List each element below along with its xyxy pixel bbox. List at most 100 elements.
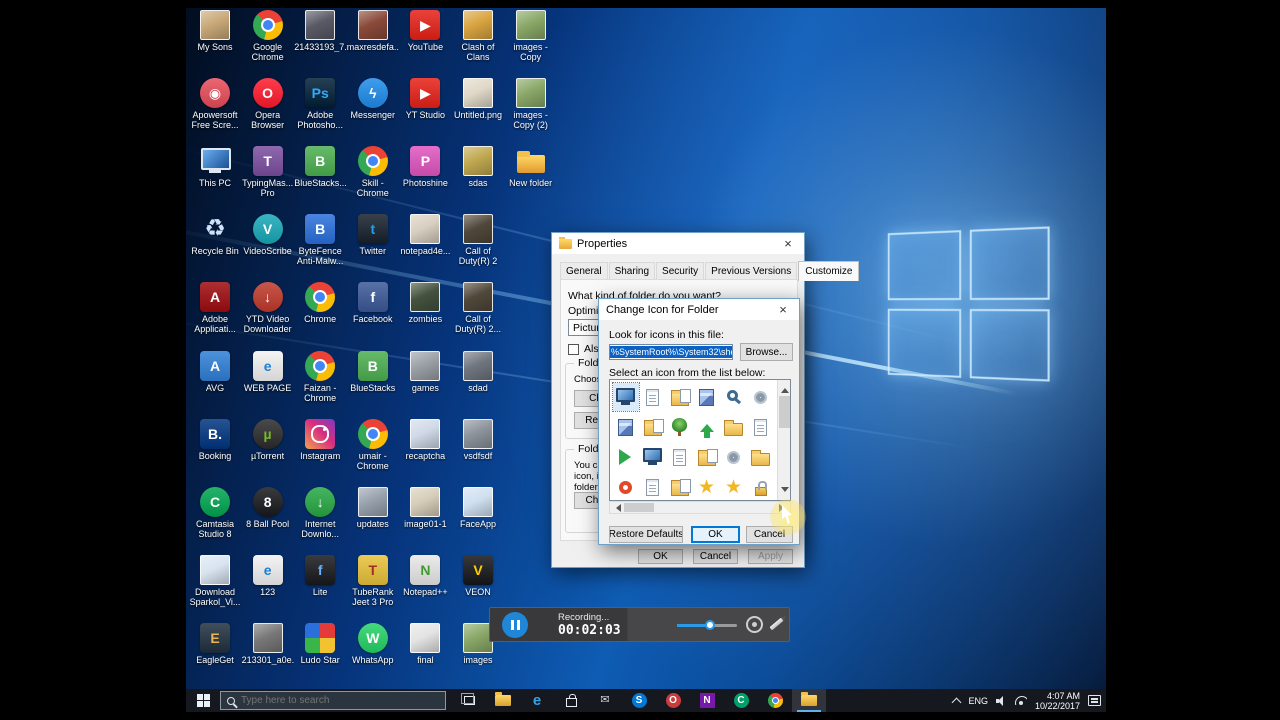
- taskbar-app-icon[interactable]: ✉: [588, 689, 622, 712]
- desktop-icon[interactable]: f Facebook: [347, 282, 399, 324]
- desktop-icon[interactable]: T TypingMas... Pro: [242, 146, 294, 199]
- tab-customize[interactable]: Customize: [798, 261, 860, 281]
- webcam-icon[interactable]: [746, 616, 763, 633]
- shell-icon-option[interactable]: [667, 413, 693, 441]
- shell-icon-option[interactable]: [613, 413, 639, 441]
- desktop-icon[interactable]: V VEON: [452, 555, 504, 597]
- vertical-scroll-thumb[interactable]: [779, 396, 790, 428]
- desktop-icon[interactable]: Untitled.png: [452, 78, 504, 120]
- desktop-icon[interactable]: Skill - Chrome: [347, 146, 399, 199]
- properties-titlebar[interactable]: Properties ×: [552, 233, 804, 254]
- desktop-icon[interactable]: ♻ Recycle Bin: [189, 214, 241, 257]
- shell-icon-option[interactable]: [667, 473, 693, 500]
- desktop-icon[interactable]: images - Copy (2): [505, 78, 557, 131]
- desktop-icon[interactable]: zombies: [399, 282, 451, 324]
- network-icon[interactable]: [1014, 696, 1027, 705]
- desktop-icon[interactable]: Faizan - Chrome: [294, 351, 346, 404]
- desktop-icon[interactable]: Ps Adobe Photosho...: [294, 78, 346, 131]
- shell-icon-option[interactable]: [613, 443, 639, 471]
- vertical-scrollbar[interactable]: [777, 380, 790, 500]
- desktop-icon[interactable]: ▶ YT Studio: [399, 78, 451, 120]
- taskbar-search-box[interactable]: [220, 691, 446, 710]
- shell-icon-option[interactable]: [640, 413, 666, 441]
- desktop-icon[interactable]: O Opera Browser: [242, 78, 294, 131]
- desktop-icon[interactable]: E EagleGet: [189, 623, 241, 665]
- properties-cancel-button[interactable]: Cancel: [693, 549, 738, 564]
- desktop-icon[interactable]: t Twitter: [347, 214, 399, 256]
- desktop-icon[interactable]: ↓ Internet Downlo...: [294, 487, 346, 540]
- scroll-down-icon[interactable]: [781, 487, 789, 496]
- desktop-icon[interactable]: Ludo Star: [294, 623, 346, 665]
- tab-general[interactable]: General: [560, 262, 608, 280]
- desktop-icon[interactable]: 213301_a0e...: [242, 623, 294, 665]
- taskbar-app-icon[interactable]: e: [520, 689, 554, 712]
- desktop-icon[interactable]: notepad4e...: [399, 214, 451, 256]
- desktop-icon[interactable]: B BlueStacks...: [294, 146, 346, 188]
- shell-icon-option[interactable]: [694, 443, 720, 471]
- desktop-icon[interactable]: f Lite: [294, 555, 346, 597]
- desktop-icon[interactable]: Clash of Clans: [452, 10, 504, 63]
- desktop-icon[interactable]: W WhatsApp: [347, 623, 399, 665]
- icon-file-path-input[interactable]: %SystemRoot%\System32\shell32.dll: [609, 344, 733, 360]
- desktop-icon[interactable]: µ µTorrent: [242, 419, 294, 461]
- shell-icon-option[interactable]: [748, 383, 774, 411]
- browse-button[interactable]: Browse...: [740, 343, 793, 361]
- tab-previous-versions[interactable]: Previous Versions: [705, 262, 798, 280]
- shell-icon-option[interactable]: [613, 473, 639, 500]
- desktop-icon[interactable]: final: [399, 623, 451, 665]
- volume-slider[interactable]: [677, 620, 737, 630]
- restore-defaults-button[interactable]: Restore Defaults: [609, 526, 683, 543]
- horizontal-scrollbar[interactable]: [609, 501, 791, 514]
- shell-icon-option[interactable]: [721, 443, 747, 471]
- tab-sharing[interactable]: Sharing: [608, 262, 656, 280]
- desktop-icon[interactable]: Instagram: [294, 419, 346, 461]
- desktop-icon[interactable]: V VideoScribe: [242, 214, 294, 256]
- shell-icon-option[interactable]: [694, 383, 720, 411]
- tab-security[interactable]: Security: [656, 262, 705, 280]
- shell-icon-option[interactable]: [640, 443, 666, 471]
- taskbar-app-icon[interactable]: [792, 689, 826, 712]
- desktop-icon[interactable]: B. Booking: [189, 419, 241, 461]
- desktop-icon[interactable]: updates: [347, 487, 399, 529]
- checkbox-icon[interactable]: [568, 343, 579, 355]
- desktop-icon[interactable]: 21433193_7...: [294, 10, 346, 52]
- desktop-icon[interactable]: Download Sparkol_Vi...: [189, 555, 241, 608]
- desktop-icon[interactable]: vsdfsdf: [452, 419, 504, 461]
- shell-icon-option[interactable]: [748, 413, 774, 441]
- close-icon[interactable]: ×: [767, 299, 799, 320]
- desktop-icon[interactable]: maxresdefa...: [347, 10, 399, 52]
- desktop-icon[interactable]: games: [399, 351, 451, 393]
- taskbar-app-icon[interactable]: [554, 689, 588, 712]
- icon-list-box[interactable]: [609, 379, 791, 501]
- taskbar-app-icon[interactable]: C: [724, 689, 758, 712]
- search-input[interactable]: [241, 695, 439, 706]
- shell-icon-option[interactable]: [694, 473, 720, 500]
- shell-icon-option[interactable]: [748, 443, 774, 471]
- desktop-icon[interactable]: A Adobe Applicati...: [189, 282, 241, 335]
- desktop-icon[interactable]: sdas: [452, 146, 504, 188]
- desktop-icon[interactable]: Call of Duty(R) 2...: [452, 282, 504, 335]
- taskbar-app-icon[interactable]: S: [622, 689, 656, 712]
- action-center-icon[interactable]: [1088, 695, 1101, 706]
- scroll-left-icon[interactable]: [612, 504, 621, 512]
- taskbar-app-icon[interactable]: [486, 689, 520, 712]
- desktop-icon[interactable]: N Notepad++: [399, 555, 451, 597]
- desktop-icon[interactable]: Google Chrome: [242, 10, 294, 63]
- desktop-icon[interactable]: This PC: [189, 146, 241, 188]
- shell-icon-option[interactable]: [640, 383, 666, 411]
- shell-icon-option[interactable]: [611, 382, 640, 412]
- properties-ok-button[interactable]: OK: [638, 549, 683, 564]
- shell-icon-option[interactable]: [748, 473, 774, 500]
- desktop-icon[interactable]: My Sons: [189, 10, 241, 52]
- desktop-icon[interactable]: B ByteFence Anti-Malw...: [294, 214, 346, 267]
- desktop-icon[interactable]: C Camtasia Studio 8: [189, 487, 241, 540]
- shell-icon-option[interactable]: [694, 413, 720, 441]
- desktop-icon[interactable]: ▶ YouTube: [399, 10, 451, 52]
- desktop-icon[interactable]: image01-1: [399, 487, 451, 529]
- desktop-icon[interactable]: images - Copy: [505, 10, 557, 63]
- desktop-icon[interactable]: ϟ Messenger: [347, 78, 399, 120]
- taskbar-clock[interactable]: 4:07 AM 10/22/2017: [1035, 691, 1080, 711]
- shell-icon-option[interactable]: [667, 383, 693, 411]
- desktop-icon[interactable]: recaptcha: [399, 419, 451, 461]
- desktop-icon[interactable]: Call of Duty(R) 2 S...: [452, 214, 504, 267]
